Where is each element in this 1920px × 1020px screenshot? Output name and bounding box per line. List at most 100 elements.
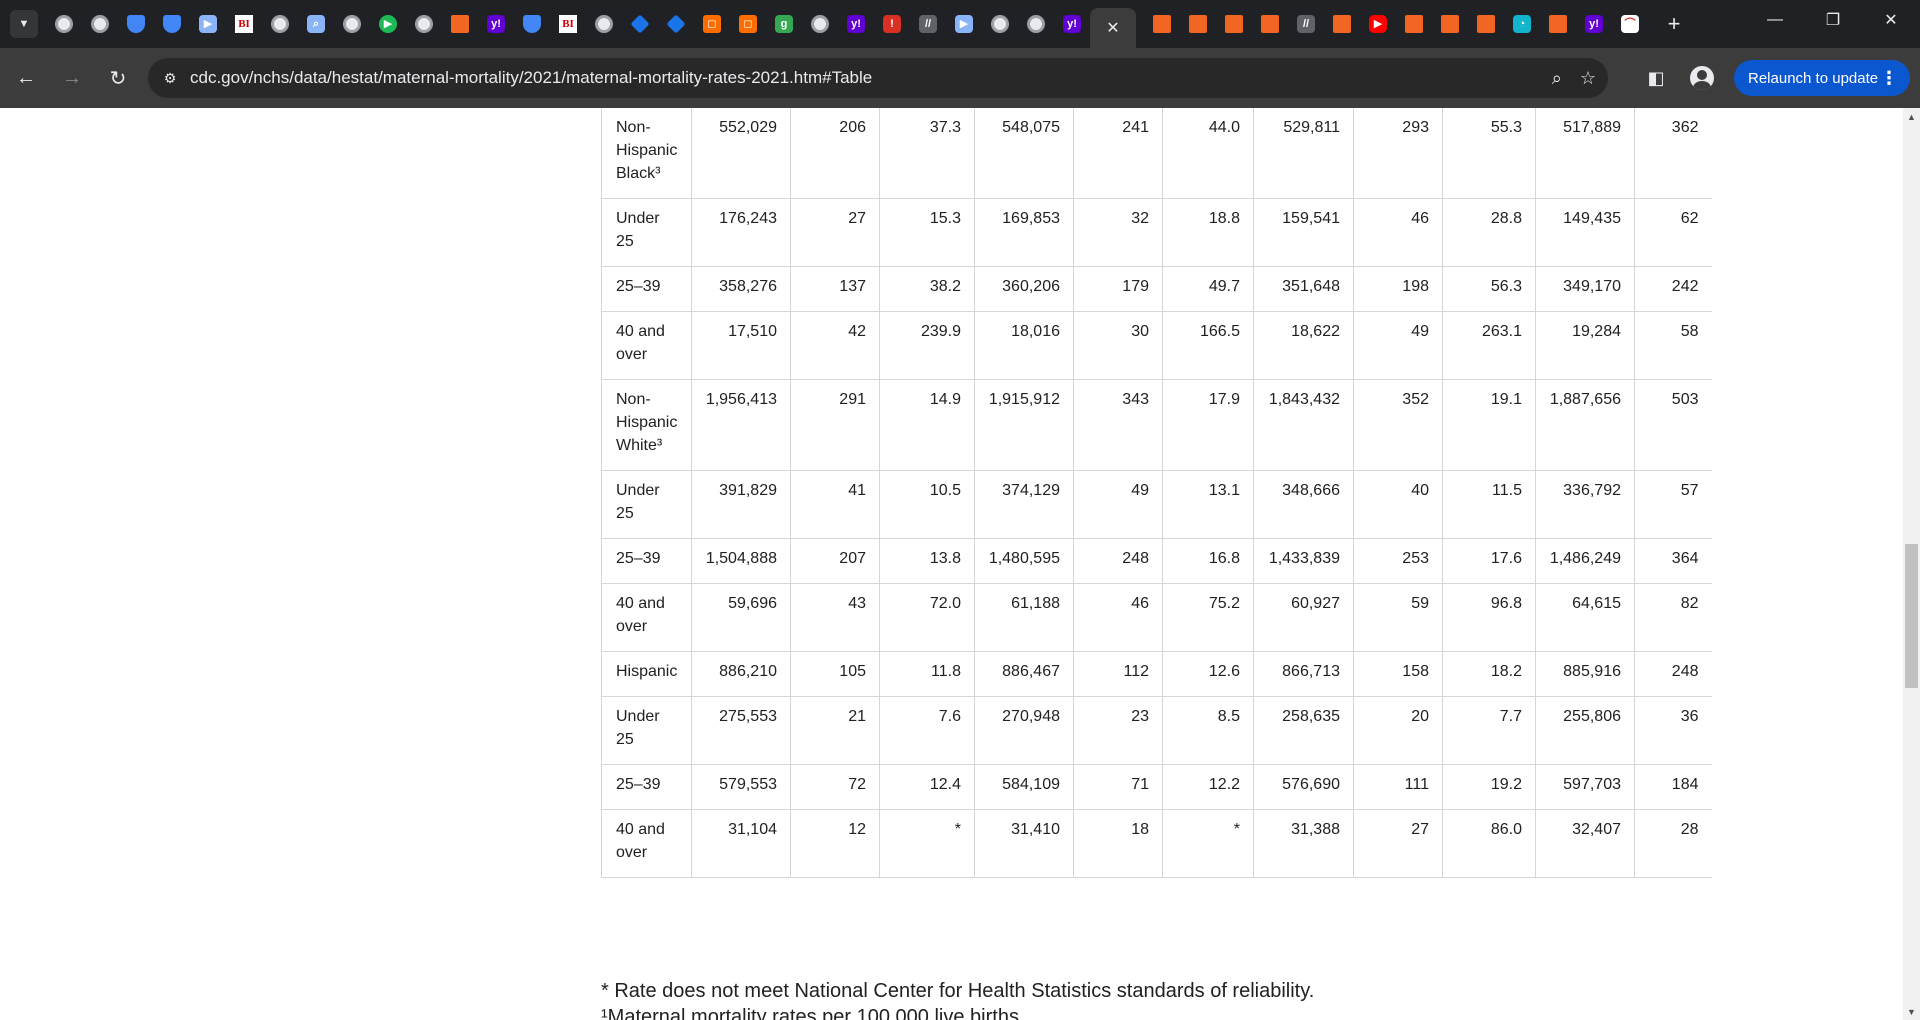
browser-tab[interactable] <box>586 6 622 42</box>
browser-tab[interactable] <box>658 6 694 42</box>
browser-tab[interactable] <box>442 6 478 42</box>
bookmark-icon <box>1549 15 1567 33</box>
row-label: Under 25 <box>601 470 692 539</box>
forward-button[interactable]: → <box>52 58 92 98</box>
more-menu-icon[interactable]: ⋮ <box>1880 68 1898 89</box>
browser-tab[interactable] <box>154 6 190 42</box>
bi-icon: BI <box>559 15 577 33</box>
browser-tab[interactable]: ◻ <box>730 6 766 42</box>
browser-tab[interactable]: g <box>766 6 802 42</box>
table-cell: 584,109 <box>974 764 1074 810</box>
site-info-icon[interactable]: ⚙ <box>156 64 184 92</box>
table-cell: 28.8 <box>1442 198 1536 267</box>
reload-button[interactable]: ↻ <box>98 58 138 98</box>
browser-tab[interactable]: ⌒ <box>1612 6 1648 42</box>
tab-search-button[interactable]: ▼ <box>10 10 38 38</box>
back-button[interactable]: ← <box>6 58 46 98</box>
table-cell: 7.7 <box>1442 696 1536 765</box>
table-cell: 348,666 <box>1253 470 1354 539</box>
browser-tab[interactable] <box>1144 6 1180 42</box>
address-bar[interactable]: ⚙ cdc.gov/nchs/data/hestat/maternal-mort… <box>148 58 1608 98</box>
relaunch-button[interactable]: Relaunch to update ⋮ <box>1734 60 1910 96</box>
browser-tab[interactable]: ▶ <box>190 6 226 42</box>
table-cell: 42 <box>790 311 880 380</box>
scroll-thumb[interactable] <box>1905 544 1918 688</box>
star-icon[interactable]: ☆ <box>1580 68 1596 89</box>
browser-tab[interactable] <box>1540 6 1576 42</box>
table-cell: 7.6 <box>879 696 975 765</box>
browser-tab[interactable] <box>82 6 118 42</box>
row-label-line: Non- <box>616 119 651 136</box>
browser-tab[interactable] <box>1018 6 1054 42</box>
browser-tab[interactable] <box>514 6 550 42</box>
row-label-line: 25 <box>616 505 634 522</box>
side-panel-icon[interactable]: ◧ <box>1640 62 1672 94</box>
browser-tab[interactable] <box>982 6 1018 42</box>
table-cell: 111 <box>1353 764 1443 810</box>
browser-tab[interactable]: ⌕ <box>298 6 334 42</box>
browser-tab[interactable]: ◻ <box>694 6 730 42</box>
active-tab[interactable]: ✕ <box>1090 8 1136 48</box>
browser-tab[interactable] <box>1468 6 1504 42</box>
table-cell: 16.8 <box>1162 538 1254 584</box>
arrow-left-icon: ← <box>16 66 36 89</box>
table-cell: 31,104 <box>691 809 791 878</box>
close-window-button[interactable]: ✕ <box>1862 0 1920 40</box>
table-cell: 59 <box>1353 583 1443 652</box>
browser-tab[interactable]: ▶ <box>370 6 406 42</box>
globe-icon <box>55 15 73 33</box>
vertical-scrollbar[interactable]: ▲ ▼ <box>1903 108 1920 1020</box>
browser-tab[interactable]: y! <box>1576 6 1612 42</box>
browser-tab[interactable] <box>334 6 370 42</box>
table-cell: 46 <box>1073 583 1163 652</box>
browser-tab[interactable]: y! <box>478 6 514 42</box>
browser-tab[interactable]: y! <box>838 6 874 42</box>
table-cell: 31,410 <box>974 809 1074 878</box>
slash-icon: // <box>1297 15 1315 33</box>
play-icon: ▶ <box>379 15 397 33</box>
globe-icon <box>595 15 613 33</box>
browser-tab[interactable] <box>622 6 658 42</box>
browser-tab[interactable]: y! <box>1054 6 1090 42</box>
browser-tab[interactable]: // <box>910 6 946 42</box>
table-cell: 343 <box>1073 379 1163 471</box>
arrow-right-icon: → <box>62 66 82 89</box>
browser-tab[interactable] <box>1216 6 1252 42</box>
scroll-down-arrow-icon[interactable]: ▼ <box>1903 1003 1920 1020</box>
browser-tab[interactable] <box>406 6 442 42</box>
browser-tab[interactable]: ▶ <box>1360 6 1396 42</box>
row-label-line: Under <box>616 482 660 499</box>
close-icon[interactable]: ✕ <box>1106 18 1119 38</box>
browser-tab[interactable] <box>1252 6 1288 42</box>
browser-tab[interactable] <box>1180 6 1216 42</box>
table-cell: 27 <box>790 198 880 267</box>
table-cell: * <box>1162 809 1254 878</box>
scroll-up-arrow-icon[interactable]: ▲ <box>1903 108 1920 125</box>
table-row: 40 and over 17,510 42 239.9 18,016 30 166.5 18,6… <box>601 311 1712 380</box>
row-label-line: over <box>616 844 648 861</box>
table-cell: 1,433,839 <box>1253 538 1354 584</box>
red-icon: ! <box>883 15 901 33</box>
minimize-button[interactable]: — <box>1746 0 1804 40</box>
browser-tab[interactable] <box>118 6 154 42</box>
browser-tab[interactable] <box>802 6 838 42</box>
browser-tab[interactable]: BI <box>550 6 586 42</box>
browser-tab[interactable]: BI <box>226 6 262 42</box>
browser-tab[interactable] <box>1324 6 1360 42</box>
profile-button[interactable] <box>1686 62 1718 94</box>
browser-tab[interactable] <box>46 6 82 42</box>
table-cell: 32 <box>1073 198 1163 267</box>
zoom-icon[interactable]: ⌕ <box>1552 68 1562 89</box>
browser-tab[interactable]: // <box>1288 6 1324 42</box>
restore-button[interactable]: ❐ <box>1804 0 1862 40</box>
browser-tab[interactable] <box>1396 6 1432 42</box>
browser-tab[interactable] <box>1432 6 1468 42</box>
browser-tab[interactable]: ! <box>874 6 910 42</box>
url-text[interactable]: cdc.gov/nchs/data/hestat/maternal-mortal… <box>190 68 872 88</box>
table-cell: 1,843,432 <box>1253 379 1354 471</box>
browser-tab[interactable]: ▶ <box>946 6 982 42</box>
browser-tab[interactable]: ◔ <box>1504 6 1540 42</box>
row-label: Under 25 <box>601 198 692 267</box>
new-tab-button[interactable]: + <box>1660 11 1688 37</box>
browser-tab[interactable] <box>262 6 298 42</box>
